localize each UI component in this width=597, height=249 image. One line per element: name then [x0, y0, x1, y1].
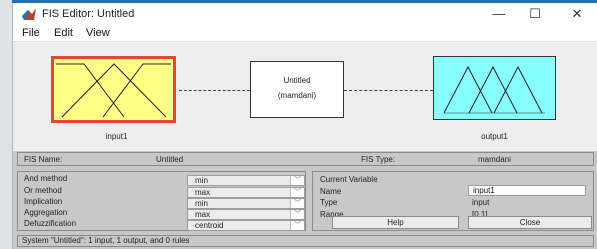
output-variable-box[interactable] — [433, 56, 556, 120]
and-method-select[interactable]: min ﹀ — [187, 175, 305, 186]
matlab-app-icon — [22, 8, 36, 20]
fis-name-label: FIS Name: — [24, 155, 63, 164]
variable-type-label: Type — [320, 198, 338, 207]
implication-select[interactable]: min ﹀ — [187, 198, 305, 209]
chevron-down-icon: ﹀ — [290, 210, 304, 219]
fis-info-row: FIS Name: Untitled FIS Type: mamdani — [17, 152, 594, 166]
output-membership-icon — [443, 65, 545, 114]
maximize-button[interactable]: ☐ — [518, 5, 552, 23]
menu-view[interactable]: View — [86, 27, 110, 39]
variable-type-value: input — [472, 198, 490, 207]
properties-panel: FIS Name: Untitled FIS Type: mamdani And… — [13, 151, 597, 249]
chevron-down-icon: ﹀ — [290, 221, 304, 230]
aggregation-select[interactable]: max ﹀ — [187, 209, 305, 220]
output-connector-line — [344, 90, 433, 91]
variable-name-field[interactable]: input1 — [468, 185, 586, 196]
and-method-label: And method — [24, 174, 68, 183]
fis-type-label: FIS Type: — [361, 155, 396, 164]
input-membership-icon — [56, 63, 171, 118]
help-button[interactable]: Help — [332, 216, 459, 229]
variable-name-label: Name — [320, 187, 342, 196]
output-variable-label: output1 — [481, 132, 508, 141]
input-variable-label: input1 — [105, 132, 128, 141]
close-window-button[interactable]: ✕ — [560, 5, 594, 23]
current-variable-title: Current Variable — [320, 175, 378, 184]
menu-file[interactable]: File — [22, 27, 40, 39]
close-button[interactable]: Close — [468, 216, 592, 229]
menu-bar: File Edit View — [13, 25, 597, 42]
fis-editor-window: FIS Editor: Untitled — ☐ ✕ File Edit Vie… — [12, 3, 597, 249]
menu-edit[interactable]: Edit — [54, 27, 73, 39]
chevron-down-icon: ﹀ — [290, 188, 304, 197]
methods-group: And method min ﹀ Or method max ﹀ Implica… — [17, 171, 306, 231]
chevron-down-icon: ﹀ — [290, 199, 304, 208]
minimize-button[interactable]: — — [482, 5, 516, 23]
fis-type-value: mamdani — [478, 155, 511, 164]
system-name: Untitled — [283, 76, 311, 85]
desktop-left-edge — [0, 0, 12, 249]
fis-diagram: input1 Untitled (mamdani) output1 — [13, 43, 597, 147]
status-bar: System "Untitled": 1 input, 1 output, an… — [17, 235, 594, 247]
chevron-down-icon: ﹀ — [290, 176, 304, 185]
fis-name-value[interactable]: Untitled — [156, 155, 183, 164]
fis-system-box[interactable]: Untitled (mamdani) — [250, 61, 344, 118]
or-method-select[interactable]: max ﹀ — [187, 187, 305, 198]
defuzzification-select[interactable]: centroid ﹀ — [187, 220, 305, 231]
defuzzification-label: Defuzzification — [24, 219, 77, 228]
input-variable-box[interactable] — [51, 56, 176, 123]
window-title: FIS Editor: Untitled — [42, 8, 135, 20]
system-type: (mamdani) — [277, 91, 317, 100]
implication-label: Implication — [24, 197, 63, 206]
or-method-label: Or method — [24, 186, 62, 195]
title-bar: FIS Editor: Untitled — ☐ ✕ — [13, 3, 597, 25]
aggregation-label: Aggregation — [24, 208, 68, 217]
input-connector-line — [179, 90, 250, 91]
